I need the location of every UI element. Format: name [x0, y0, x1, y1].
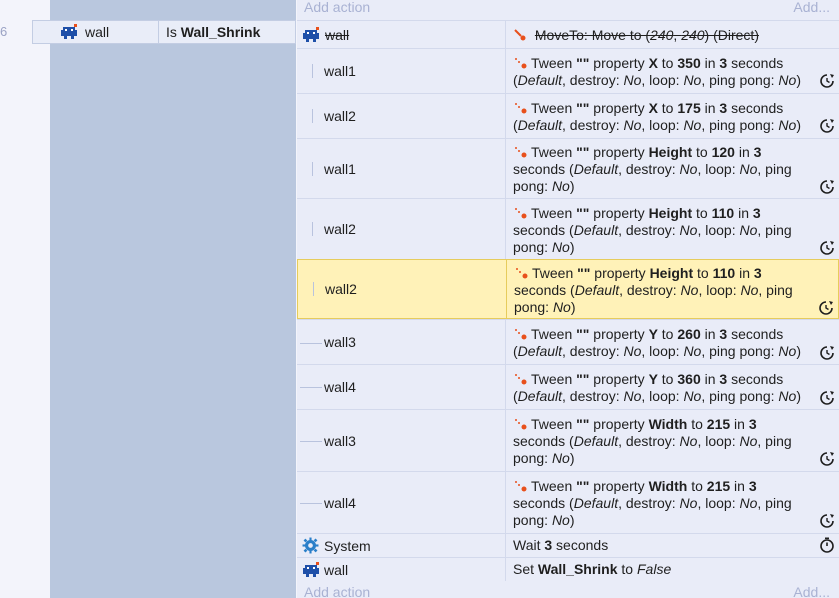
restart-icon[interactable] [819, 118, 835, 134]
tree-guide [300, 441, 322, 442]
action-row[interactable]: wall Set Wall_Shrink to False [297, 557, 839, 581]
action-object[interactable]: System [297, 534, 506, 557]
restart-icon[interactable] [819, 179, 835, 195]
timer-icon [820, 537, 834, 553]
action-object-name: wall3 [324, 334, 356, 350]
tween-icon [515, 419, 527, 430]
sprite-icon [303, 561, 319, 577]
action-object[interactable]: wall2 [297, 94, 506, 138]
action-object[interactable]: wall [297, 558, 506, 581]
restart-icon[interactable] [819, 513, 835, 529]
gear-icon [302, 537, 319, 554]
tween-icon [515, 208, 527, 219]
action-row[interactable]: wall4 Tween "" property Width to 215 in … [297, 471, 839, 533]
action-object-name: wall1 [324, 160, 356, 177]
conditions-column [50, 0, 296, 598]
move-icon [514, 29, 526, 41]
action-row[interactable]: wall MoveTo: Move to (240, 240) (Direct) [297, 20, 839, 48]
action-text[interactable]: Tween "" property Height to 110 in 3 seco… [507, 260, 838, 318]
tween-icon [515, 374, 527, 385]
action-row[interactable]: wall3 Tween "" property Y to 260 in 3 se… [297, 319, 839, 364]
action-text[interactable]: Tween "" property Height to 110 in 3 seco… [506, 199, 839, 259]
restart-icon[interactable] [819, 390, 835, 406]
sprite-icon [61, 24, 77, 39]
condition-object[interactable]: wall [33, 21, 159, 43]
action-object[interactable]: wall3 [297, 320, 506, 364]
action-text[interactable]: Wait 3 seconds [506, 534, 839, 557]
tree-guide [300, 343, 322, 344]
add-more-link[interactable]: Add... [793, 584, 830, 598]
condition-text[interactable]: Is Wall_Shrink [159, 24, 260, 40]
action-object[interactable]: wall2 [297, 199, 506, 259]
action-row[interactable]: wall2 Tween "" property X to 175 in 3 se… [297, 93, 839, 138]
tween-icon [515, 58, 527, 69]
action-row[interactable]: System Wait 3 seconds [297, 533, 839, 557]
action-object-name: wall [325, 26, 350, 43]
add-action-link[interactable]: Add action [304, 584, 370, 598]
action-object[interactable]: wall2 [298, 260, 507, 318]
action-moveto-text: MoveTo: Move to (240, 240) (Direct) [534, 27, 759, 43]
action-object-name: System [324, 537, 371, 554]
action-object-name: wall3 [324, 432, 356, 449]
restart-icon[interactable] [819, 240, 835, 256]
action-object[interactable]: wall [297, 21, 506, 48]
action-text[interactable]: Tween "" property X to 350 in 3 seconds(… [506, 49, 839, 93]
action-text[interactable]: Tween "" property Width to 215 in 3 secon… [506, 410, 839, 471]
action-text[interactable]: MoveTo: Move to (240, 240) (Direct) [506, 21, 839, 48]
action-object[interactable]: wall3 [297, 410, 506, 471]
tree-guide [312, 64, 313, 78]
action-text[interactable]: Tween "" property Y to 360 in 3 seconds(… [506, 365, 839, 409]
restart-icon[interactable] [819, 451, 835, 467]
action-row-selected[interactable]: wall2 Tween "" property Height to 110 in… [297, 259, 839, 319]
action-row[interactable]: wall1 Tween "" property Height to 120 in… [297, 138, 839, 198]
action-object-name: wall4 [324, 379, 356, 395]
tree-guide [312, 222, 313, 236]
condition-variable: Wall_Shrink [180, 24, 261, 40]
add-action-bar-bottom[interactable]: Add action Add... [297, 582, 839, 598]
tween-icon [516, 268, 528, 279]
event-row-number: 6 [0, 24, 8, 39]
restart-icon[interactable] [818, 300, 834, 316]
action-text[interactable]: Tween "" property Width to 215 in 3 secon… [506, 472, 839, 533]
action-object-name: wall2 [324, 108, 356, 124]
tree-guide [313, 282, 314, 296]
action-row[interactable]: wall1 Tween "" property X to 350 in 3 se… [297, 48, 839, 93]
restart-icon[interactable] [819, 345, 835, 361]
add-action-link[interactable]: Add action [304, 0, 370, 15]
tween-icon [515, 481, 527, 492]
action-object-name: wall2 [324, 221, 356, 237]
add-action-bar-top[interactable]: Add action Add... [297, 0, 839, 17]
condition-prefix: Is [166, 24, 181, 40]
action-text[interactable]: Tween "" property Height to 120 in 3 seco… [506, 139, 839, 198]
action-object-name: wall4 [324, 494, 356, 511]
restart-icon[interactable] [819, 73, 835, 89]
tree-guide [312, 109, 313, 123]
tree-guide [312, 162, 313, 176]
action-text[interactable]: Tween "" property X to 175 in 3 seconds(… [506, 94, 839, 138]
action-text[interactable]: Set Wall_Shrink to False [506, 558, 839, 581]
action-object[interactable]: wall1 [297, 139, 506, 198]
action-row[interactable]: wall3 Tween "" property Width to 215 in … [297, 409, 839, 471]
tween-icon [515, 329, 527, 340]
action-row[interactable]: wall2 Tween "" property Height to 110 in… [297, 198, 839, 259]
action-object-name: wall [324, 561, 349, 578]
sprite-icon [303, 26, 319, 42]
action-row[interactable]: wall4 Tween "" property Y to 360 in 3 se… [297, 364, 839, 409]
action-object[interactable]: wall1 [297, 49, 506, 93]
add-more-link[interactable]: Add... [793, 0, 830, 15]
action-object-name: wall2 [325, 281, 357, 297]
action-object[interactable]: wall4 [297, 365, 506, 409]
tween-icon [515, 103, 527, 114]
tween-icon [515, 147, 527, 158]
action-object[interactable]: wall4 [297, 472, 506, 533]
condition-object-name: wall [85, 24, 110, 40]
action-object-name: wall1 [324, 63, 356, 79]
condition-row[interactable]: wall Is Wall_Shrink [32, 20, 296, 44]
actions-panel: Add action Add... wall MoveTo: Move to (… [297, 0, 839, 598]
tree-guide [300, 387, 322, 388]
tree-guide [300, 503, 322, 504]
action-text[interactable]: Tween "" property Y to 260 in 3 seconds(… [506, 320, 839, 364]
